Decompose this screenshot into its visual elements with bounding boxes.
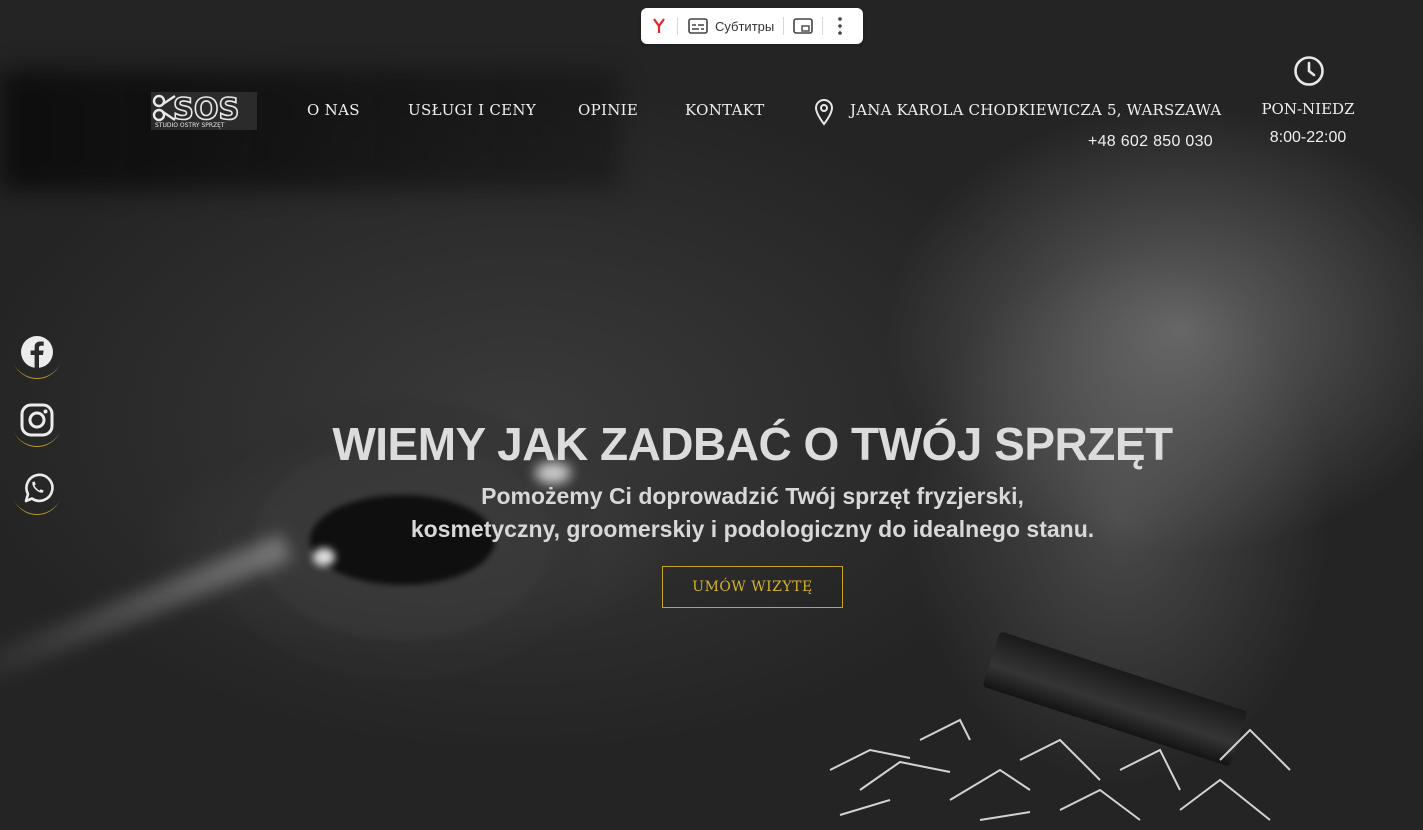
light-beam — [0, 533, 293, 695]
scissors-logo-icon: SOS STUDIO OSTRY SPRZĘT — [151, 91, 257, 130]
hero-subtitle: Pomożemy Ci doprowadzić Twój sprzęt fryz… — [0, 480, 1423, 546]
facebook-button[interactable] — [11, 326, 63, 378]
hero-title: WIEMY JAK ZADBAĆ O TWÓJ SPRZĘT — [332, 418, 1173, 470]
location-pin-icon — [813, 98, 835, 131]
vertical-dots-icon[interactable] — [823, 17, 857, 35]
video-toolbar: Субтитры — [641, 8, 863, 44]
sparks-image — [829, 718, 1291, 821]
subtitles-icon — [688, 18, 708, 34]
light-glint — [313, 548, 335, 566]
nav-item-opinie[interactable]: OPINIE — [578, 101, 638, 119]
opening-days: PON-NIEDZ — [1261, 100, 1355, 118]
nav-item-kontakt[interactable]: KONTAKT — [685, 101, 765, 119]
yandex-icon[interactable] — [641, 18, 677, 34]
hero-subtitle-line: kosmetyczny, groomerskiy i podologiczny … — [410, 516, 1095, 542]
nav-item-o-nas[interactable]: O NAS — [307, 101, 360, 119]
subtitles-button[interactable]: Субтитры — [678, 18, 783, 34]
logo-tagline: STUDIO OSTRY SPRZĘT — [155, 122, 225, 129]
picture-in-picture-icon[interactable] — [784, 18, 822, 34]
subtitles-label: Субтитры — [715, 18, 775, 34]
nav-item-uslugi-i-ceny[interactable]: USŁUGI I CENY — [408, 101, 536, 119]
opening-hours: 8:00-22:00 — [1269, 129, 1347, 146]
site-logo[interactable]: SOS STUDIO OSTRY SPRZĘT — [151, 91, 257, 130]
background-shadow — [0, 70, 620, 190]
address-link[interactable]: JANA KAROLA CHODKIEWICZA 5, WARSZAWA — [850, 101, 1221, 119]
facebook-icon — [21, 336, 53, 368]
phone-link[interactable]: +48 602 850 030 — [1088, 133, 1213, 151]
clock-icon — [1293, 55, 1325, 92]
hero-subtitle-line: Pomożemy Ci doprowadzić Twój sprzęt fryz… — [481, 483, 1024, 509]
book-visit-button[interactable]: UMÓW WIZYTĘ — [662, 566, 843, 608]
logo-text: SOS — [173, 92, 239, 126]
